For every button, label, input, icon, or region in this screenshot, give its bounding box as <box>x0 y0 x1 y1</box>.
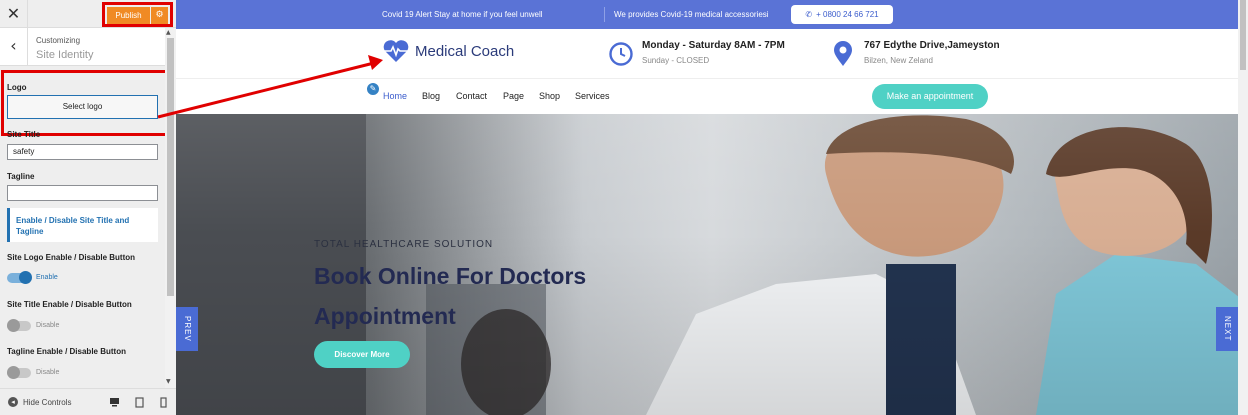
nav-item-services[interactable]: Services <box>575 91 610 101</box>
nav-item-contact[interactable]: Contact <box>456 91 487 101</box>
sidebar-scrollbar-thumb[interactable] <box>167 38 174 296</box>
clock-icon <box>608 41 634 72</box>
publish-settings-gear-icon[interactable]: ⚙ <box>151 7 168 24</box>
customizer-header-bar: ✕ Publish ⚙ <box>0 0 176 28</box>
tagline-toggle[interactable] <box>7 366 31 379</box>
phone-button[interactable]: ✆ + 0800 24 66 721 <box>791 5 893 24</box>
tagline-toggle-label: Tagline Enable / Disable Button <box>7 347 126 356</box>
discover-more-button[interactable]: Discover More <box>314 341 410 368</box>
toggle-knob <box>7 319 20 332</box>
toggle-knob <box>7 366 20 379</box>
tablet-preview-icon[interactable] <box>134 397 145 411</box>
site-title-toggle-label: Site Title Enable / Disable Button <box>7 300 132 309</box>
site-title-toggle-state: Disable <box>36 322 60 329</box>
main-navigation: ✎ Home Blog Contact Page Shop Services M… <box>176 79 1248 114</box>
site-name[interactable]: Medical Coach <box>415 43 514 60</box>
slider-next-button[interactable]: NEXT <box>1216 307 1238 351</box>
desktop-preview-icon[interactable] <box>109 397 120 411</box>
nav-item-blog[interactable]: Blog <box>422 91 440 101</box>
edit-shortcut-pencil-icon[interactable]: ✎ <box>365 81 381 97</box>
covid-alert-text: Covid 19 Alert Stay at home if you feel … <box>382 10 543 19</box>
hero-eyebrow: TOTAL HEALTHCARE SOLUTION <box>314 239 494 250</box>
address-title: 767 Edythe Drive,Jameyston <box>864 40 1000 51</box>
publish-button[interactable]: Publish <box>107 7 150 24</box>
location-pin-icon <box>833 41 853 72</box>
close-customizer-button[interactable]: ✕ <box>0 0 28 28</box>
nav-item-shop[interactable]: Shop <box>539 91 560 101</box>
make-appointment-button[interactable]: Make an appointment <box>872 84 988 109</box>
hide-controls-icon[interactable]: ◂ <box>8 397 18 407</box>
tagline-label: Tagline <box>7 172 35 181</box>
slider-prev-button[interactable]: PREV <box>176 307 198 351</box>
address-subtitle: Bilzen, New Zeland <box>864 56 933 65</box>
scroll-up-arrow-icon[interactable]: ▲ <box>166 29 171 36</box>
hero-title: Book Online For Doctors Appointment <box>314 263 587 329</box>
logo-highlight-box <box>1 70 177 136</box>
heart-pulse-logo-icon[interactable] <box>382 39 410 68</box>
customizing-label: Customizing <box>36 36 81 45</box>
site-logo-toggle[interactable] <box>7 271 32 284</box>
site-header: Medical Coach Monday - Saturday 8AM - 7P… <box>176 29 1248 79</box>
mobile-preview-icon[interactable] <box>158 397 169 411</box>
nav-item-home[interactable]: Home <box>383 91 407 101</box>
tagline-toggle-state: Disable <box>36 369 60 376</box>
supplies-text: We provides Covid-19 medical accessories… <box>614 10 769 19</box>
section-title-bar: ‹ Customizing Site Identity <box>0 28 165 66</box>
topbar-divider <box>604 7 605 22</box>
site-preview: Covid 19 Alert Stay at home if you feel … <box>176 0 1248 415</box>
hours-subtitle: Sunday - CLOSED <box>642 56 710 65</box>
nav-item-page[interactable]: Page <box>503 91 524 101</box>
customizer-sidebar: ✕ Publish ⚙ ‹ Customizing Site Identity … <box>0 0 177 415</box>
site-title-label: Site Title <box>7 130 41 139</box>
hero-slider: TOTAL HEALTHCARE SOLUTION Book Online Fo… <box>176 114 1248 415</box>
phone-icon: ✆ <box>805 10 813 19</box>
site-title-input[interactable]: safety <box>7 144 158 160</box>
phone-number: + 0800 24 66 721 <box>816 10 879 19</box>
publish-highlight-box: Publish ⚙ <box>102 2 173 27</box>
section-title: Site Identity <box>36 49 94 61</box>
hours-title: Monday - Saturday 8AM - 7PM <box>642 40 785 51</box>
site-title-toggle[interactable] <box>7 319 31 332</box>
scroll-down-arrow-icon[interactable]: ▼ <box>166 378 171 385</box>
back-button[interactable]: ‹ <box>0 28 28 66</box>
hide-controls-button[interactable]: Hide Controls <box>23 398 71 407</box>
tagline-input[interactable] <box>7 185 158 201</box>
site-logo-toggle-label: Site Logo Enable / Disable Button <box>7 253 136 262</box>
site-logo-toggle-state: Enable <box>36 274 58 281</box>
site-title-tagline-group-label: Enable / Disable Site Title and Tagline <box>16 216 130 236</box>
site-title-tagline-group[interactable]: Enable / Disable Site Title and Tagline <box>7 208 158 242</box>
toggle-knob <box>19 271 32 284</box>
customizer-footer: ◂ Hide Controls <box>0 388 176 415</box>
alert-topbar: Covid 19 Alert Stay at home if you feel … <box>176 0 1248 29</box>
preview-scrollbar-thumb[interactable] <box>1240 0 1246 70</box>
